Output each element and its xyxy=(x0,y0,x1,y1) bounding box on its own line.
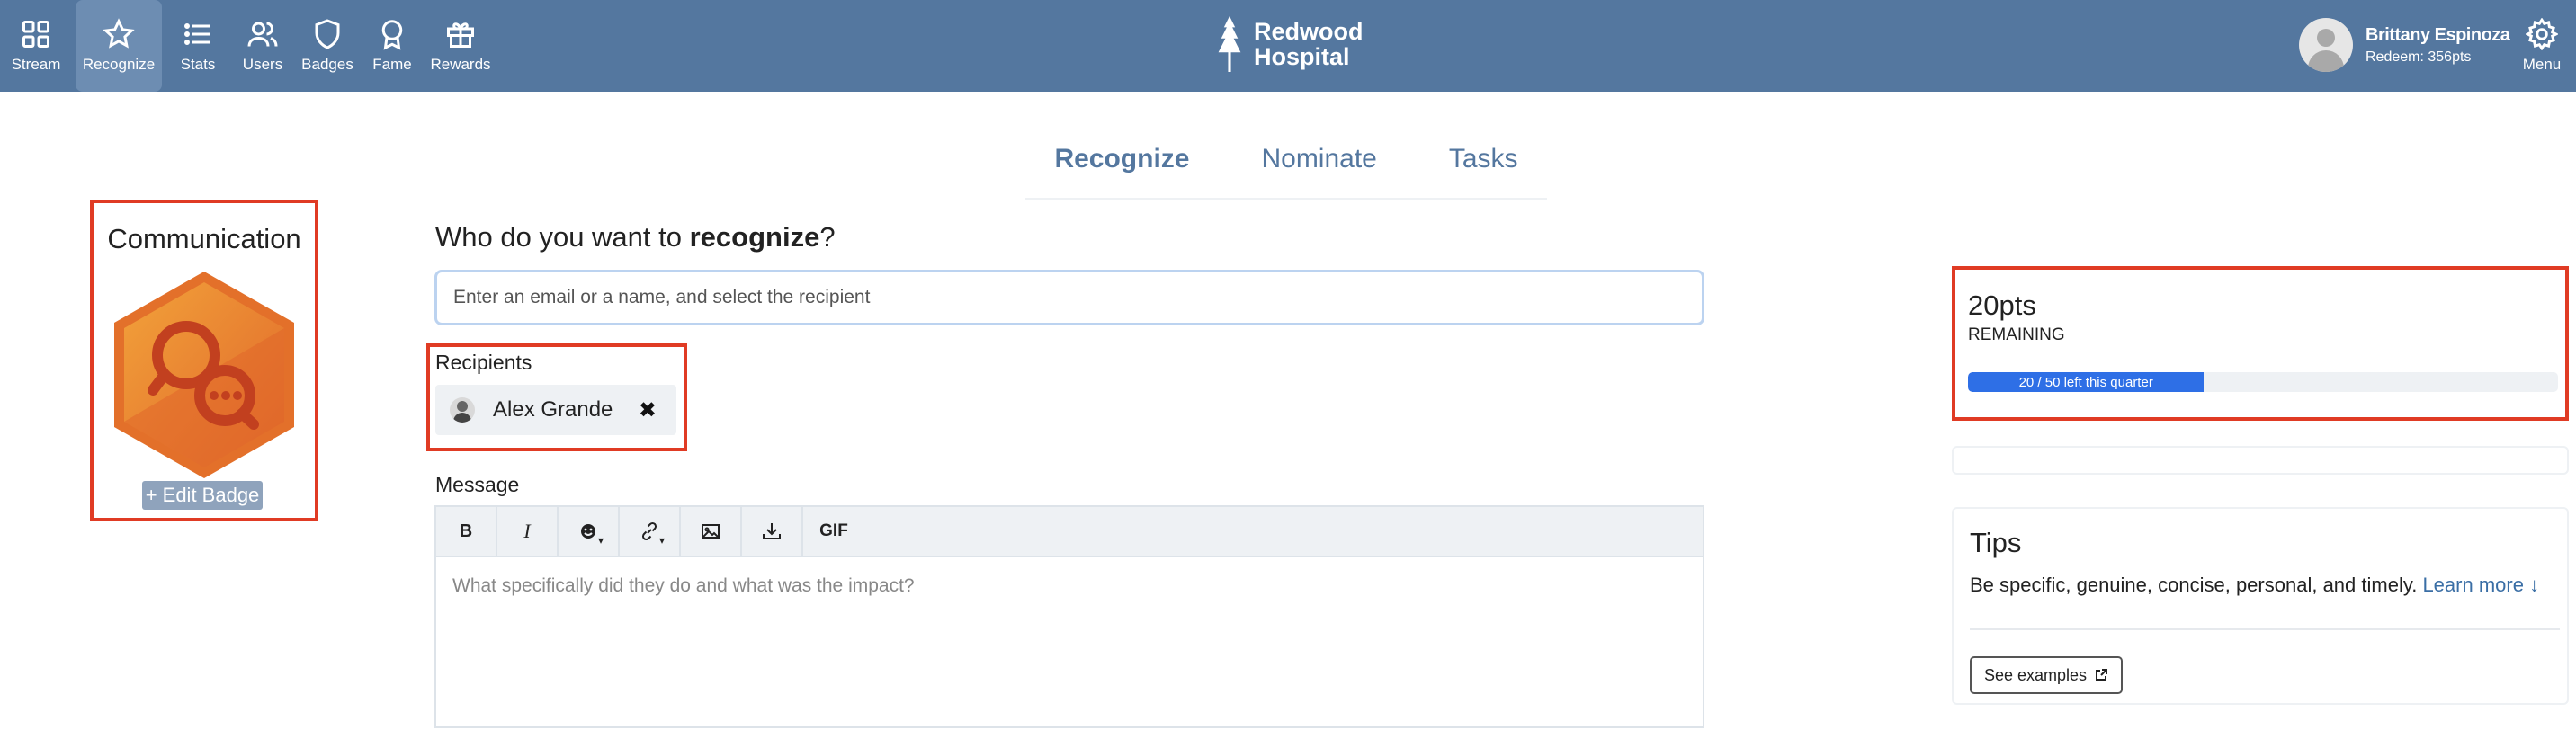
learn-more-label: Learn more xyxy=(2422,574,2524,596)
nav-users[interactable]: Users xyxy=(230,0,295,92)
brand-line-2: Hospital xyxy=(1254,43,1350,70)
gear-icon xyxy=(2526,18,2558,50)
user-name: Brittany Espinoza xyxy=(2366,24,2510,45)
tab-recognize[interactable]: Recognize xyxy=(1054,126,1189,198)
tips-text: Be specific, genuine, concise, personal,… xyxy=(1970,574,2418,596)
italic-button[interactable]: I xyxy=(497,507,559,556)
message-label: Message xyxy=(435,473,520,496)
gif-button[interactable]: GIF xyxy=(803,507,864,556)
nav-rewards[interactable]: Rewards xyxy=(425,0,496,92)
tab-nominate[interactable]: Nominate xyxy=(1261,126,1376,198)
page-tabs: Recognize Nominate Tasks xyxy=(1025,126,1547,200)
badge-title: Communication xyxy=(107,223,301,254)
user-profile[interactable]: Brittany Espinoza Redeem: 356pts xyxy=(2299,18,2510,72)
empty-panel xyxy=(1952,446,2569,475)
see-examples-label: See examples xyxy=(1983,665,2088,684)
see-examples-button[interactable]: See examples xyxy=(1970,656,2123,694)
shield-icon xyxy=(315,19,340,49)
brand-name: Redwood Hospital xyxy=(1254,19,1364,69)
edit-badge-button[interactable]: + Edit Badge xyxy=(142,481,263,510)
nav-recognize[interactable]: Recognize xyxy=(76,0,162,92)
nav-users-label: Users xyxy=(242,56,283,73)
tips-title: Tips xyxy=(1970,527,2022,558)
nav-rewards-label: Rewards xyxy=(430,56,491,73)
nav-stream-label: Stream xyxy=(11,56,61,73)
image-icon xyxy=(702,524,720,539)
brand-logo[interactable]: Redwood Hospital xyxy=(1214,16,1364,72)
image-button[interactable] xyxy=(681,507,742,556)
emoji-caret-icon: ▾ xyxy=(598,534,604,547)
nav-stream[interactable]: Stream xyxy=(0,0,72,92)
nav-fame[interactable]: Fame xyxy=(360,0,425,92)
points-panel: 20pts REMAINING 20 / 50 left this quarte… xyxy=(1952,266,2569,421)
menu-label: Menu xyxy=(2522,56,2562,73)
arrow-down-icon: ↓ xyxy=(2529,574,2540,596)
nav-recognize-label: Recognize xyxy=(82,56,156,73)
menu-button[interactable]: Menu xyxy=(2515,18,2569,74)
question-suffix: ? xyxy=(819,221,836,253)
message-editor[interactable]: What specifically did they do and what w… xyxy=(434,557,1704,728)
recipients-label: Recipients xyxy=(435,351,532,374)
nav-stats[interactable]: Stats xyxy=(165,0,230,92)
tree-icon xyxy=(1218,16,1241,72)
star-icon xyxy=(103,18,135,49)
chat-search-badge-icon[interactable] xyxy=(110,270,299,480)
users-icon xyxy=(247,22,278,47)
points-value: 20pts xyxy=(1968,289,2036,321)
tips-panel: Tips Be specific, genuine, concise, pers… xyxy=(1952,507,2569,705)
award-icon xyxy=(381,20,403,50)
recipient-name: Alex Grande xyxy=(493,397,613,422)
top-navbar: Stream Recognize Stats Users Badges Fame… xyxy=(0,0,2576,92)
nav-fame-label: Fame xyxy=(372,56,412,73)
question-bold: recognize xyxy=(689,221,820,253)
download-tray-icon xyxy=(763,523,781,539)
grid-icon xyxy=(22,21,49,48)
recipient-avatar xyxy=(450,397,475,423)
tab-tasks[interactable]: Tasks xyxy=(1449,126,1518,198)
badge-panel: Communication + Edit Badge xyxy=(90,200,318,521)
form-question: Who do you want to recognize? xyxy=(435,221,836,254)
points-progress-bar: 20 / 50 left this quarter xyxy=(1968,372,2558,392)
remove-recipient-icon[interactable]: ✖ xyxy=(639,397,657,423)
upload-button[interactable] xyxy=(742,507,803,556)
nav-stats-label: Stats xyxy=(180,56,216,73)
nav-badges[interactable]: Badges xyxy=(295,0,360,92)
tips-divider xyxy=(1970,628,2560,630)
link-icon xyxy=(641,521,657,541)
emoji-icon xyxy=(581,524,595,539)
external-link-icon xyxy=(2096,669,2108,681)
avatar xyxy=(2299,18,2353,72)
bold-button[interactable]: B xyxy=(436,507,497,556)
user-info: Brittany Espinoza Redeem: 356pts xyxy=(2366,24,2510,66)
link-button[interactable]: ▾ xyxy=(620,507,681,556)
brand-line-1: Redwood xyxy=(1254,18,1364,45)
learn-more-link[interactable]: Learn more ↓ xyxy=(2422,574,2539,596)
gift-icon xyxy=(447,22,474,48)
points-remaining-label: REMAINING xyxy=(1968,325,2065,344)
question-prefix: Who do you want to xyxy=(435,221,690,253)
emoji-button[interactable]: ▾ xyxy=(559,507,620,556)
points-progress-fill: 20 / 50 left this quarter xyxy=(1968,372,2205,392)
recipient-chip: Alex Grande ✖ xyxy=(435,385,676,435)
list-icon xyxy=(184,23,210,45)
recipient-search-input[interactable] xyxy=(434,270,1704,325)
link-caret-icon: ▾ xyxy=(659,534,666,547)
nav-badges-label: Badges xyxy=(301,56,353,73)
tips-text-row: Be specific, genuine, concise, personal,… xyxy=(1970,574,2539,597)
main-nav: Stream Recognize Stats Users Badges Fame… xyxy=(0,0,496,92)
user-points: Redeem: 356pts xyxy=(2366,49,2472,65)
editor-toolbar: B I ▾ ▾ GIF xyxy=(434,505,1704,557)
